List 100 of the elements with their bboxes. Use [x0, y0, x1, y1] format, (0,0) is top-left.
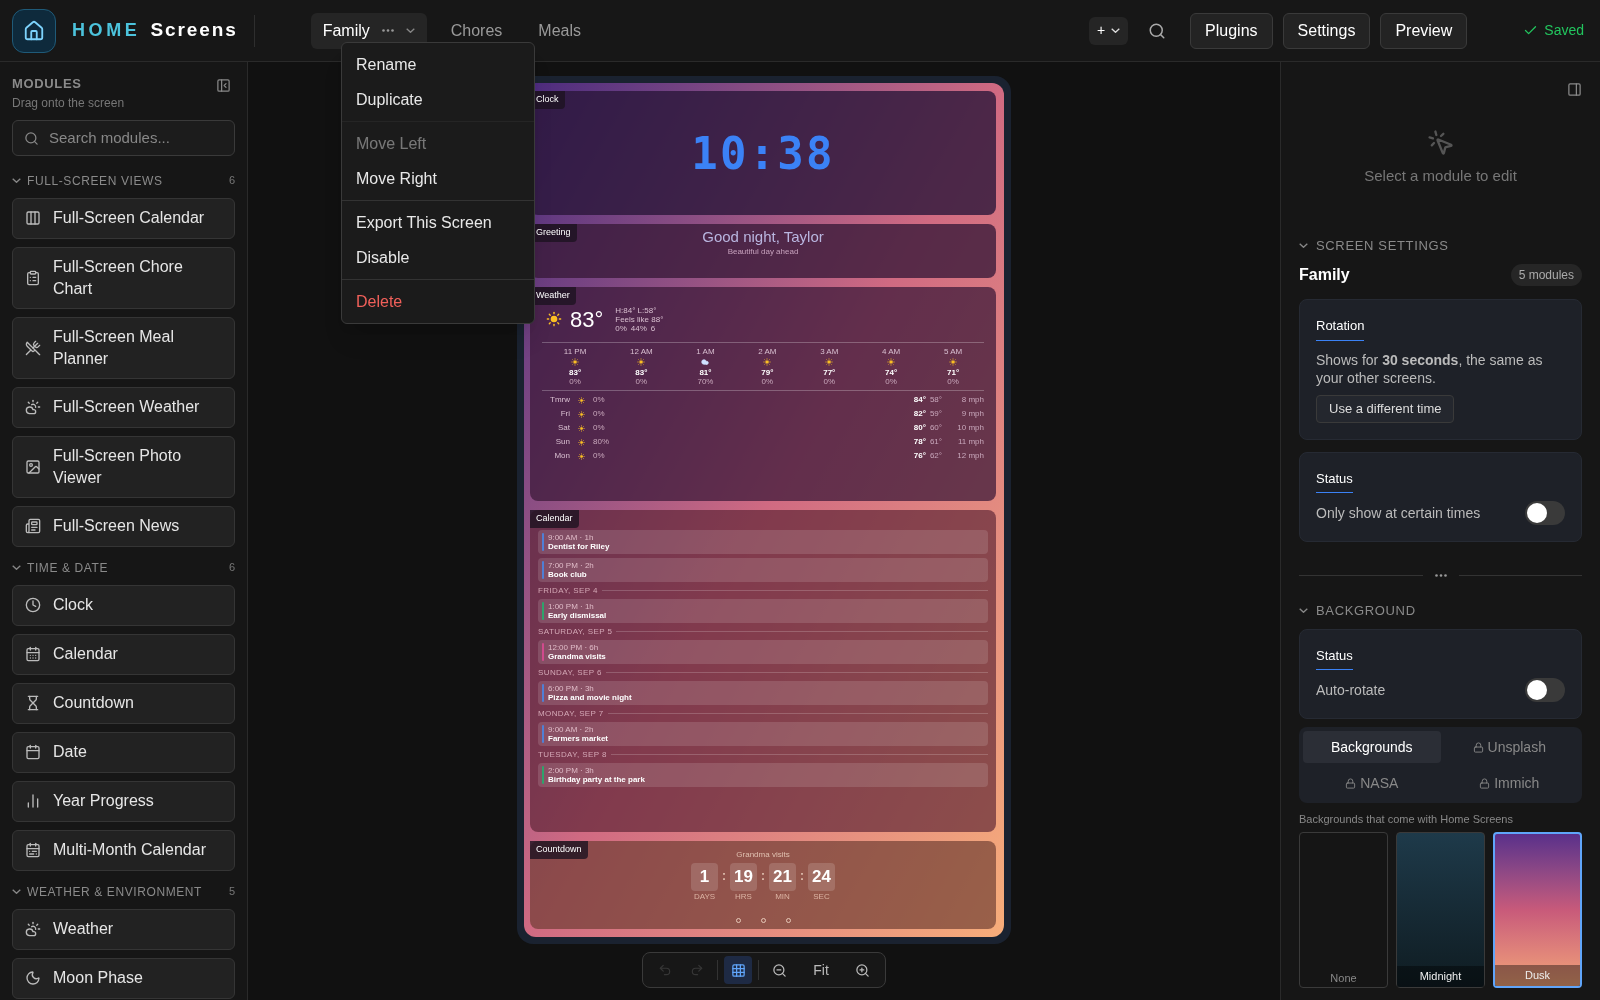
hour-rain: 0%	[885, 376, 897, 386]
hour-time: 1 AM	[696, 346, 715, 356]
different-time-button[interactable]: Use a different time	[1316, 394, 1455, 423]
forecast-day: Sun	[542, 436, 570, 448]
event-time: 12:00 PM · 6h	[548, 642, 600, 652]
calendar-icon	[25, 646, 41, 662]
hourglass-icon	[25, 695, 41, 711]
fit-button[interactable]: Fit	[797, 956, 845, 984]
module-item[interactable]: Year Progress	[12, 780, 235, 822]
toggle-switch[interactable]	[1525, 501, 1565, 525]
humidity: 44%	[630, 323, 647, 333]
module-item[interactable]: Calendar	[12, 633, 235, 675]
module-item[interactable]: Full-Screen Photo Viewer	[12, 435, 235, 498]
event-card[interactable]: 9:00 AM · 1h Dentist for Riley	[538, 529, 988, 554]
card-title: Status	[1316, 645, 1353, 670]
forecast-high: 84°	[913, 394, 926, 406]
brand-name-accent: HOME	[72, 19, 141, 42]
hour-time: 2 AM	[758, 346, 777, 356]
hour-temp: 71°	[947, 367, 960, 377]
menu-item[interactable]: Delete	[342, 279, 534, 319]
search-icon[interactable]	[1148, 21, 1167, 40]
rotation-description: Shows for 30 seconds, the same as your other screens.	[1316, 350, 1544, 387]
chevron-icon[interactable]	[12, 178, 21, 183]
forecast-high: 80°	[913, 422, 926, 434]
toggle-switch[interactable]	[1525, 678, 1565, 702]
event-card[interactable]: 9:00 AM · 2h Farmers market	[538, 721, 988, 746]
countdown-digit: 19	[730, 862, 757, 891]
weather-module[interactable]	[530, 287, 996, 501]
module-item[interactable]: Full-Screen Calendar	[12, 197, 235, 239]
module-item[interactable]: Moon Phase	[12, 957, 235, 999]
sun-icon	[887, 357, 896, 366]
event-card[interactable]: 7:00 PM · 2h Book club	[538, 557, 988, 582]
section-title: SCREEN SETTINGS	[1316, 236, 1449, 255]
module-item[interactable]: Full-Screen Weather	[12, 386, 235, 428]
event-card[interactable]: 2:00 PM · 3h Birthday party at the park	[538, 762, 988, 787]
forecast-low: 58°	[929, 394, 942, 406]
source-tab[interactable]: Immich	[1440, 767, 1578, 799]
forecast-wind: 8 mph	[960, 394, 984, 406]
source-tab[interactable]: NASA	[1303, 767, 1441, 799]
calendar-icon	[25, 744, 41, 760]
module-item[interactable]: Multi-Month Calendar	[12, 829, 235, 871]
event-title: Early dismissal	[548, 610, 607, 620]
countdown-title: Grandma visits	[736, 848, 790, 861]
search-field[interactable]: Search modules...	[12, 119, 235, 156]
event-title: Book club	[548, 569, 588, 579]
event-card[interactable]: 1:00 PM · 1h Early dismissal	[538, 598, 988, 623]
module-item[interactable]: Full-Screen Meal Planner	[12, 316, 235, 379]
grid-button[interactable]	[724, 956, 753, 984]
sidebar-subtitle: Drag onto the screen	[12, 94, 125, 112]
sun-icon	[578, 396, 585, 404]
module-item[interactable]: Clock	[12, 584, 235, 626]
background-swatch[interactable]: Midnight	[1396, 831, 1485, 988]
event-card[interactable]: 6:00 PM · 3h Pizza and movie night	[538, 680, 988, 705]
background-swatch[interactable]: Dusk	[1493, 831, 1582, 988]
toolbar-button[interactable]: Settings	[1282, 12, 1371, 49]
chevron-icon[interactable]	[12, 889, 21, 894]
sun-icon	[578, 424, 585, 432]
panel-toggle-icon[interactable]	[1567, 82, 1582, 97]
module-item[interactable]: Full-Screen News	[12, 505, 235, 547]
more-icon[interactable]	[1434, 574, 1447, 577]
screen-tab[interactable]: Meals	[526, 12, 594, 49]
hour-temp: 83°	[635, 367, 648, 377]
brand-name: Screens	[150, 18, 238, 43]
hour-temp: 79°	[761, 367, 774, 377]
menu-item[interactable]: Export This Screen	[342, 200, 534, 240]
module-item[interactable]: Weather	[12, 908, 235, 950]
menu-item[interactable]: Rename	[342, 47, 534, 82]
module-item[interactable]: Countdown	[12, 682, 235, 724]
toolbar-button[interactable]: Plugins	[1190, 12, 1273, 49]
sun-icon	[546, 311, 562, 327]
forecast-rain: 0%	[593, 422, 605, 434]
source-tab[interactable]: Backgrounds	[1303, 731, 1441, 763]
countdown-unit: MIN	[775, 890, 790, 903]
empty-state-text: Select a module to edit	[1364, 166, 1517, 186]
chevron-icon[interactable]	[1299, 242, 1308, 248]
toolbar-button[interactable]: Preview	[1380, 12, 1468, 49]
more-icon[interactable]	[381, 29, 394, 32]
chevron-icon[interactable]	[12, 565, 21, 570]
collapse-panel-icon[interactable]	[216, 78, 231, 93]
event-time: 9:00 AM · 2h	[548, 724, 595, 734]
countdown-module[interactable]: Countdown Grandma visits 1 DAYS : 19 HRS : 21 MIN : 24 SEC	[530, 841, 996, 929]
hour-time: 3 AM	[820, 346, 839, 356]
module-item[interactable]: Full-Screen Chore Chart	[12, 246, 235, 309]
day-header: SUNDAY, SEP 6	[538, 667, 602, 677]
forecast-wind: 11 mph	[956, 436, 984, 448]
module-item[interactable]: Date	[12, 731, 235, 773]
event-card[interactable]: 12:00 PM · 6h Grandma visits	[538, 639, 988, 664]
sun-icon	[578, 438, 585, 446]
forecast-low: 61°	[929, 436, 942, 448]
forecast-day: Sat	[542, 422, 570, 434]
source-tab[interactable]: Unsplash	[1440, 731, 1578, 763]
section-title: BACKGROUND	[1316, 602, 1416, 620]
clock-time: 10:38	[691, 126, 835, 181]
card-title: Status	[1316, 468, 1353, 493]
chevron-icon[interactable]	[1299, 608, 1308, 614]
module-count-badge: 5 modules	[1510, 264, 1582, 286]
add-button[interactable]: +	[1088, 16, 1129, 45]
current-temp: 83°	[570, 305, 604, 334]
background-swatch[interactable]: None	[1299, 831, 1388, 988]
event-time: 6:00 PM · 3h	[548, 683, 595, 693]
